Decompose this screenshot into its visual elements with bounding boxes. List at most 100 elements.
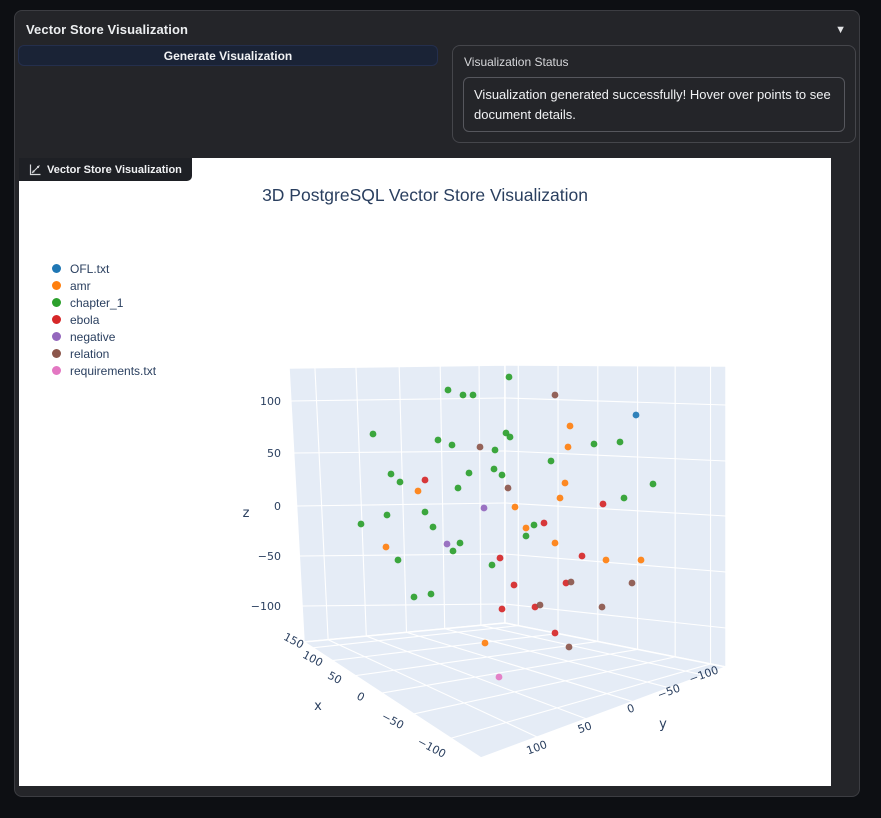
data-point-amr[interactable] (566, 422, 574, 430)
data-point-chapter_1[interactable] (383, 511, 391, 519)
x-tick-label: 50 (325, 669, 343, 687)
data-point-relation[interactable] (551, 391, 559, 399)
data-point-chapter_1[interactable] (456, 539, 464, 547)
legend-item[interactable]: relation (52, 345, 156, 362)
legend-item[interactable]: chapter_1 (52, 294, 156, 311)
data-point-chapter_1[interactable] (459, 391, 467, 399)
data-point-chapter_1[interactable] (505, 373, 513, 381)
legend-label: relation (70, 346, 110, 361)
data-point-chapter_1[interactable] (490, 465, 498, 473)
data-point-amr[interactable] (637, 556, 645, 564)
legend-swatch-icon (52, 315, 61, 324)
data-point-chapter_1[interactable] (547, 457, 555, 465)
data-point-chapter_1[interactable] (506, 433, 514, 441)
data-point-relation[interactable] (628, 579, 636, 587)
data-point-amr[interactable] (556, 494, 564, 502)
data-point-amr[interactable] (602, 556, 610, 564)
data-point-amr[interactable] (382, 543, 390, 551)
plot-tab: Vector Store Visualization (19, 158, 192, 181)
x-tick-label: 0 (355, 690, 367, 705)
plot-legend: OFL.txt amr chapter_1 ebola negative relation… (52, 260, 156, 379)
data-point-chapter_1[interactable] (357, 520, 365, 528)
data-point-negative[interactable] (443, 540, 451, 548)
data-point-amr[interactable] (522, 524, 530, 532)
data-point-amr[interactable] (564, 443, 572, 451)
data-point-chapter_1[interactable] (410, 593, 418, 601)
x-axis-title: x (314, 699, 322, 714)
controls-row: Generate Visualization Visualization Sta… (15, 37, 859, 143)
legend-item[interactable]: requirements.txt (52, 362, 156, 379)
accordion-header[interactable]: Vector Store Visualization ▼ (15, 11, 859, 37)
plot-tab-label: Vector Store Visualization (47, 163, 182, 176)
data-point-relation[interactable] (536, 601, 544, 609)
data-point-chapter_1[interactable] (434, 436, 442, 444)
data-point-chapter_1[interactable] (530, 521, 538, 529)
data-point-chapter_1[interactable] (465, 469, 473, 477)
data-point-ebola[interactable] (496, 554, 504, 562)
data-point-negative[interactable] (480, 504, 488, 512)
status-group-label: Visualization Status (464, 55, 569, 69)
z-tick-label: 50 (267, 447, 281, 460)
data-point-chapter_1[interactable] (488, 561, 496, 569)
data-point-ebola[interactable] (498, 605, 506, 613)
y-tick-label: 0 (625, 701, 636, 716)
plot-panel-canvas: 3D PostgreSQL Vector Store Visualization… (19, 158, 831, 786)
data-point-chapter_1[interactable] (387, 470, 395, 478)
data-point-chapter_1[interactable] (444, 386, 452, 394)
data-point-OFL.txt[interactable] (632, 411, 640, 419)
data-point-ebola[interactable] (551, 629, 559, 637)
legend-swatch-icon (52, 281, 61, 290)
data-point-ebola[interactable] (421, 476, 429, 484)
data-point-chapter_1[interactable] (620, 494, 628, 502)
z-tick-label: 100 (260, 395, 281, 408)
data-point-ebola[interactable] (540, 519, 548, 527)
data-point-relation[interactable] (476, 443, 484, 451)
data-point-amr[interactable] (414, 487, 422, 495)
legend-item[interactable]: amr (52, 277, 156, 294)
data-point-relation[interactable] (598, 603, 606, 611)
data-point-requirements.txt[interactable] (495, 673, 503, 681)
data-point-amr[interactable] (551, 539, 559, 547)
data-point-chapter_1[interactable] (498, 471, 506, 479)
data-point-chapter_1[interactable] (429, 523, 437, 531)
data-point-chapter_1[interactable] (491, 446, 499, 454)
x-tick-label: −50 (379, 710, 406, 732)
data-point-chapter_1[interactable] (449, 547, 457, 555)
legend-item[interactable]: OFL.txt (52, 260, 156, 277)
status-textbox[interactable]: Visualization generated successfully! Ho… (463, 77, 845, 132)
data-point-chapter_1[interactable] (369, 430, 377, 438)
data-point-chapter_1[interactable] (469, 391, 477, 399)
data-point-amr[interactable] (511, 503, 519, 511)
collapse-arrow-icon[interactable]: ▼ (835, 24, 846, 36)
data-point-amr[interactable] (561, 479, 569, 487)
x-tick-label: −100 (415, 735, 448, 761)
z-tick-label: −50 (258, 550, 281, 563)
data-point-ebola[interactable] (510, 581, 518, 589)
data-point-amr[interactable] (481, 639, 489, 647)
data-point-chapter_1[interactable] (421, 508, 429, 516)
data-point-chapter_1[interactable] (454, 484, 462, 492)
legend-label: amr (70, 278, 91, 293)
legend-swatch-icon (52, 332, 61, 341)
data-point-chapter_1[interactable] (522, 532, 530, 540)
legend-item[interactable]: ebola (52, 311, 156, 328)
data-point-chapter_1[interactable] (448, 441, 456, 449)
generate-visualization-button[interactable]: Generate Visualization (18, 45, 438, 66)
data-point-chapter_1[interactable] (394, 556, 402, 564)
data-point-chapter_1[interactable] (649, 480, 657, 488)
legend-item[interactable]: negative (52, 328, 156, 345)
data-point-chapter_1[interactable] (396, 478, 404, 486)
z-tick-label: 0 (274, 500, 281, 513)
scatter-chart-icon (29, 164, 41, 175)
data-point-relation[interactable] (504, 484, 512, 492)
legend-label: negative (70, 329, 116, 344)
data-point-ebola[interactable] (599, 500, 607, 508)
data-point-relation[interactable] (565, 643, 573, 651)
data-point-relation[interactable] (567, 578, 575, 586)
data-point-chapter_1[interactable] (427, 590, 435, 598)
scatter3d-scene[interactable]: 150100500−50−100x100500−50−100y100500−50… (19, 158, 831, 786)
data-point-chapter_1[interactable] (616, 438, 624, 446)
status-group: Visualization Status Visualization gener… (452, 45, 856, 143)
data-point-chapter_1[interactable] (590, 440, 598, 448)
data-point-ebola[interactable] (578, 552, 586, 560)
